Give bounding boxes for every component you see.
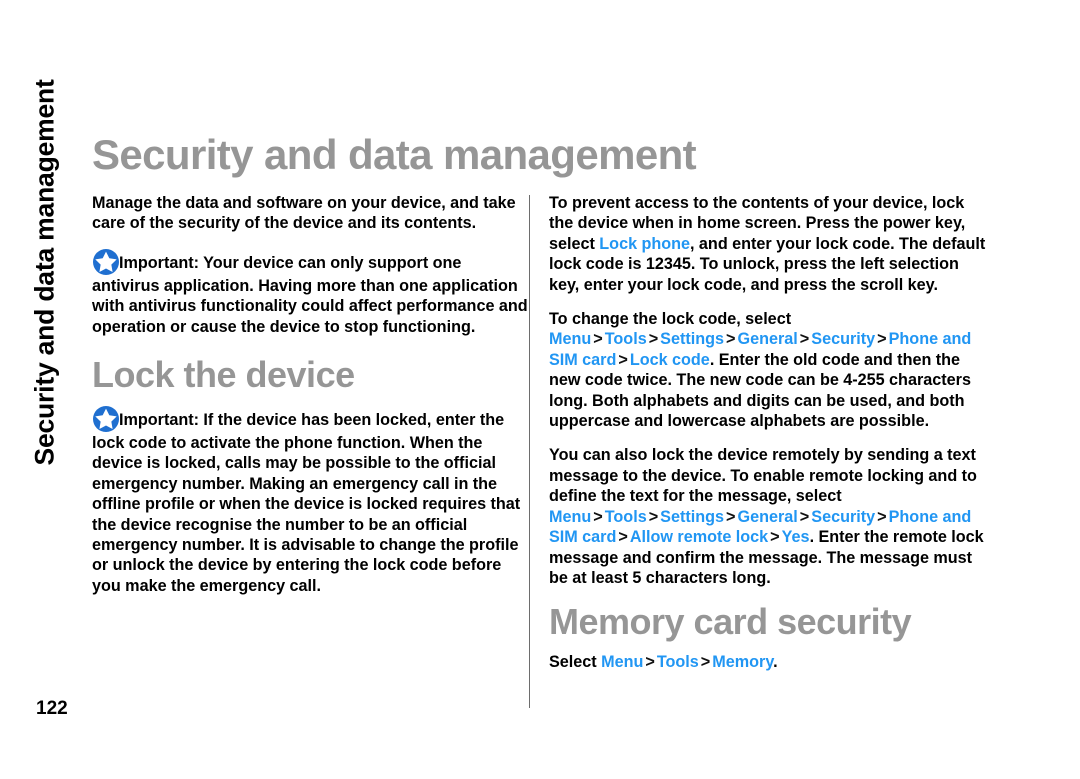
side-tab-label: Security and data management [29,79,60,466]
menu-link-tools[interactable]: Tools [605,330,647,348]
side-tab: Security and data management [0,0,90,470]
menu-link-security[interactable]: Security [811,330,875,348]
breadcrumb-separator: > [593,507,603,526]
text-fragment: You can also lock the device remotely by… [549,446,977,506]
section-heading-lock-the-device: Lock the device [92,354,355,396]
menu-link-lock-code[interactable]: Lock code [630,351,710,369]
breadcrumb-separator: > [618,528,628,547]
menu-link-allow-remote-lock[interactable]: Allow remote lock [630,528,768,546]
breadcrumb-separator: > [648,330,659,349]
important-note-lock: Important: If the device has been locked… [92,405,528,596]
text-fragment: . [773,653,778,672]
section-heading-memory-card-security: Memory card security [549,601,912,643]
menu-link-menu[interactable]: Menu [549,508,591,526]
important-star-icon [92,248,120,276]
page-title: Security and data management [92,131,697,179]
breadcrumb-separator: > [877,330,887,349]
menu-link-menu[interactable]: Menu [549,330,591,348]
breadcrumb-separator: > [799,507,810,526]
important-star-icon [92,405,120,433]
menu-link-tools[interactable]: Tools [605,508,647,526]
menu-link-yes[interactable]: Yes [782,528,810,546]
breadcrumb-separator: > [726,330,736,349]
important-label: Important: [119,253,200,272]
breadcrumb-separator: > [770,528,780,547]
menu-link-tools[interactable]: Tools [657,653,699,671]
paragraph-lock-device-home-screen: To prevent access to the contents of you… [549,193,986,295]
breadcrumb-separator: > [593,330,603,349]
important-note-antivirus: Important: Your device can only support … [92,248,528,337]
menu-link-settings[interactable]: Settings [660,330,724,348]
paragraph-change-lock-code: To change the lock code, select Menu > Too… [549,309,986,431]
paragraph-select-memory: Select Menu > Tools > Memory. [549,652,986,672]
breadcrumb-separator: > [648,507,659,526]
right-column: To prevent access to the contents of you… [549,193,986,673]
column-divider [529,195,530,708]
menu-link-lock-phone[interactable]: Lock phone [599,235,690,253]
breadcrumb-separator: > [726,507,736,526]
menu-link-memory[interactable]: Memory [712,653,773,671]
menu-link-menu[interactable]: Menu [601,653,643,671]
menu-link-settings[interactable]: Settings [660,508,724,526]
breadcrumb-separator: > [799,330,810,349]
paragraph-remote-lock: You can also lock the device remotely by… [549,445,986,588]
text-fragment: Select [549,653,602,672]
text-fragment: To change the lock code, select [549,310,792,329]
menu-link-security[interactable]: Security [811,508,875,526]
left-column: Manage the data and software on your dev… [92,193,528,596]
important-label: Important: [119,411,200,430]
intro-paragraph: Manage the data and software on your dev… [92,194,516,233]
menu-link-general[interactable]: General [738,508,798,526]
breadcrumb-separator: > [645,653,655,672]
menu-link-general[interactable]: General [738,330,798,348]
important-text: If the device has been locked, enter the… [92,411,521,595]
page-number: 122 [36,698,68,719]
breadcrumb-separator: > [700,653,711,672]
breadcrumb-separator: > [877,507,887,526]
breadcrumb-separator: > [618,350,628,369]
